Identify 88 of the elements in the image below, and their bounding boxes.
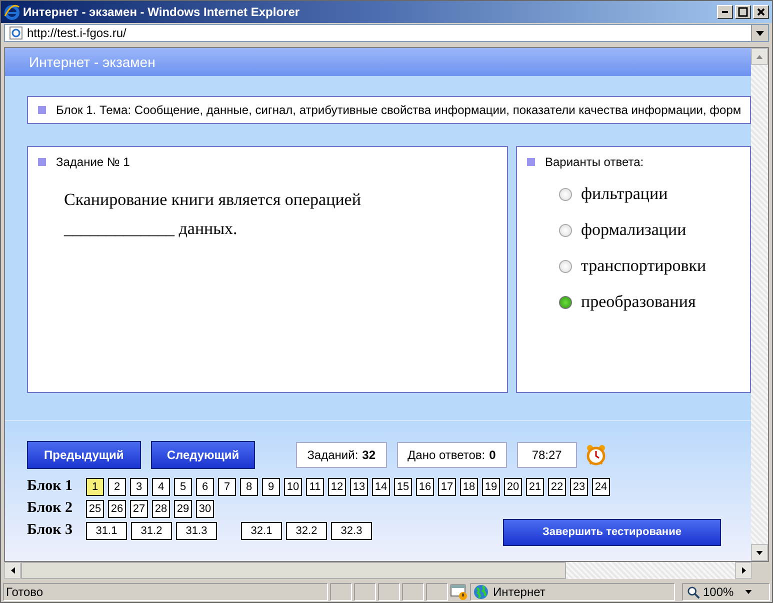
question-text: Сканирование книги является операцией _____________ данных. xyxy=(64,189,362,240)
status-pane xyxy=(402,583,424,601)
counter-box: Дано ответов: 0 xyxy=(396,442,507,468)
question-number-button[interactable]: 24 xyxy=(592,478,610,496)
close-icon xyxy=(756,7,766,17)
scroll-right-icon[interactable] xyxy=(742,567,746,574)
radio-button[interactable] xyxy=(559,260,572,272)
question-number-button[interactable]: 5 xyxy=(174,478,192,496)
question-number-button[interactable]: 2 xyxy=(108,478,126,496)
question-number-button[interactable]: 21 xyxy=(526,478,544,496)
zoom-icon xyxy=(687,586,700,598)
answer-option[interactable]: транспортировки xyxy=(581,256,706,276)
status-pane xyxy=(330,583,352,601)
zoom-control[interactable]: 100% xyxy=(682,583,770,601)
radio-button[interactable] xyxy=(559,296,572,308)
question-number-button[interactable]: 6 xyxy=(196,478,214,496)
minimize-button[interactable] xyxy=(717,5,733,19)
question-number-button[interactable]: 3 xyxy=(130,478,148,496)
question-number-button[interactable]: 14 xyxy=(372,478,390,496)
question-number-button[interactable]: 10 xyxy=(284,478,302,496)
timer: 78:27 xyxy=(516,442,577,468)
question-number-button[interactable]: 7 xyxy=(218,478,236,496)
question-number-button[interactable]: 31.3 xyxy=(176,522,217,540)
bullet-icon xyxy=(38,106,46,114)
task-title: Задание № 1 xyxy=(56,155,130,169)
question-number-button[interactable]: 4 xyxy=(152,478,170,496)
alarm-clock-icon xyxy=(584,444,607,466)
address-field[interactable]: http://test.i-fgos.ru/ xyxy=(4,24,769,42)
question-number-button[interactable]: 18 xyxy=(460,478,478,496)
status-pane xyxy=(378,583,400,601)
question-number-button[interactable]: 8 xyxy=(240,478,258,496)
maximize-icon xyxy=(738,7,748,17)
page-header: Интернет - экзамен xyxy=(5,48,751,76)
question-number-button[interactable]: 28 xyxy=(152,500,170,518)
answer-option[interactable]: преобразования xyxy=(581,292,696,312)
question-number-button[interactable]: 32.3 xyxy=(331,522,372,540)
radio-button[interactable] xyxy=(559,188,572,200)
question-number-button[interactable]: 30 xyxy=(196,500,214,518)
maximize-button[interactable] xyxy=(735,5,751,19)
question-number-button[interactable]: 31.1 xyxy=(86,522,127,540)
globe-icon xyxy=(473,584,489,600)
answer-option[interactable]: формализации xyxy=(581,220,686,240)
counter-box: Заданий: 32 xyxy=(296,442,387,468)
zone-text: Интернет xyxy=(493,585,546,599)
question-number-button[interactable]: 25 xyxy=(86,500,104,518)
page-icon xyxy=(9,26,23,40)
question-number-button[interactable]: 26 xyxy=(108,500,126,518)
next-button[interactable]: Следующий xyxy=(150,441,256,469)
close-button[interactable] xyxy=(753,5,769,19)
previous-button[interactable]: Предыдущий xyxy=(27,441,141,469)
question-number-button[interactable]: 32.2 xyxy=(286,522,327,540)
answer-option[interactable]: фильтрации xyxy=(581,184,668,204)
block-label: Блок 1 xyxy=(27,478,74,495)
question-number-button[interactable]: 16 xyxy=(416,478,434,496)
question-number-button[interactable]: 17 xyxy=(438,478,456,496)
finish-button[interactable]: Завершить тестирование xyxy=(503,518,721,546)
status-pane xyxy=(354,583,376,601)
status-text: Готово xyxy=(3,583,328,601)
caret-icon xyxy=(744,590,752,594)
block-label: Блок 2 xyxy=(27,500,74,517)
scroll-down-icon[interactable] xyxy=(756,550,763,554)
radio-button[interactable] xyxy=(559,224,572,236)
question-number-button[interactable]: 13 xyxy=(350,478,368,496)
question-number-button[interactable]: 19 xyxy=(482,478,500,496)
block-label: Блок 3 xyxy=(27,522,74,539)
topic-text: Блок 1. Тема: Сообщение, данные, сигнал, атрибутивные свойства информации, показатели качества информации, форм xyxy=(56,103,742,117)
bullet-icon xyxy=(527,158,535,166)
question-number-button[interactable]: 32.1 xyxy=(241,522,282,540)
scroll-left-icon[interactable] xyxy=(10,567,14,574)
question-number-button[interactable]: 20 xyxy=(504,478,522,496)
question-number-button[interactable]: 31.2 xyxy=(131,522,172,540)
question-number-button[interactable]: 11 xyxy=(306,478,324,496)
bullet-icon xyxy=(38,158,46,166)
answers-title: Варианты ответа: xyxy=(545,155,644,169)
question-number-button[interactable]: 15 xyxy=(394,478,412,496)
question-number-button[interactable]: 1 xyxy=(86,478,104,496)
minimize-icon xyxy=(722,11,728,13)
window-title: Интернет - экзамен - Windows Internet Explorer xyxy=(23,5,301,19)
question-number-button[interactable]: 27 xyxy=(130,500,148,518)
question-number-button[interactable]: 23 xyxy=(570,478,588,496)
question-number-button[interactable]: 9 xyxy=(262,478,280,496)
question-number-button[interactable]: 12 xyxy=(328,478,346,496)
status-pane xyxy=(426,583,448,601)
browser-logo-icon xyxy=(4,4,20,20)
popup-warning-icon xyxy=(450,584,468,600)
scroll-up-icon[interactable] xyxy=(756,54,763,58)
question-number-button[interactable]: 22 xyxy=(548,478,566,496)
question-number-button[interactable]: 29 xyxy=(174,500,192,518)
